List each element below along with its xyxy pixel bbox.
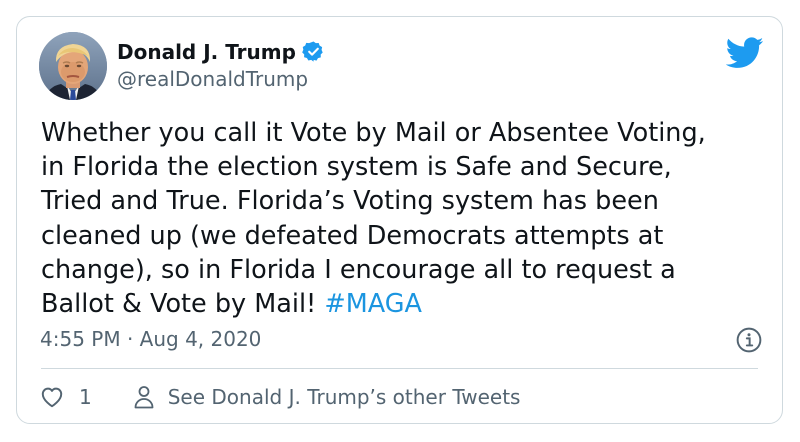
verified-badge-icon — [302, 41, 323, 62]
heart-icon — [41, 387, 63, 408]
tweet-card: Donald J. Trump @realDonaldTrump Whether… — [16, 16, 783, 424]
tweet-timestamp[interactable]: 4:55 PM · Aug 4, 2020 — [40, 327, 261, 351]
tweet-text-line: cleaned up (we defeated Democrats attemp… — [41, 220, 664, 251]
tweet-actions: 1 See Donald J. Trump’s other Tweets — [39, 382, 520, 412]
avatar[interactable] — [39, 32, 107, 100]
tweet-text: Whether you call it Vote by Mail or Abse… — [41, 116, 761, 321]
tweet-text-line: change), so in Florida I encourage all t… — [41, 254, 676, 285]
tweet-text-line: Whether you call it Vote by Mail or Abse… — [41, 118, 706, 148]
like-count: 1 — [79, 385, 92, 409]
avatar-image — [39, 32, 107, 100]
see-other-tweets-link[interactable]: See Donald J. Trump’s other Tweets — [132, 384, 521, 410]
like-button[interactable]: 1 — [39, 384, 92, 410]
info-icon[interactable] — [736, 327, 762, 353]
tweet-text-line: Ballot & Vote by Mail! — [41, 289, 325, 320]
tweet-text-line-last: Ballot & Vote by Mail! #MAGA — [41, 287, 761, 321]
author-display-name[interactable]: Donald J. Trump — [117, 40, 296, 64]
divider — [41, 368, 758, 369]
hashtag-link[interactable]: #MAGA — [324, 289, 422, 319]
author-handle[interactable]: @realDonaldTrump — [117, 67, 308, 91]
twitter-bird-icon[interactable] — [726, 37, 764, 69]
person-icon — [134, 386, 154, 409]
tweet-text-line: in Florida the election system is Safe a… — [41, 152, 672, 183]
see-other-tweets-label: See Donald J. Trump’s other Tweets — [167, 385, 521, 409]
tweet-text-line: Tried and True. Florida’s Voting system … — [41, 186, 659, 217]
